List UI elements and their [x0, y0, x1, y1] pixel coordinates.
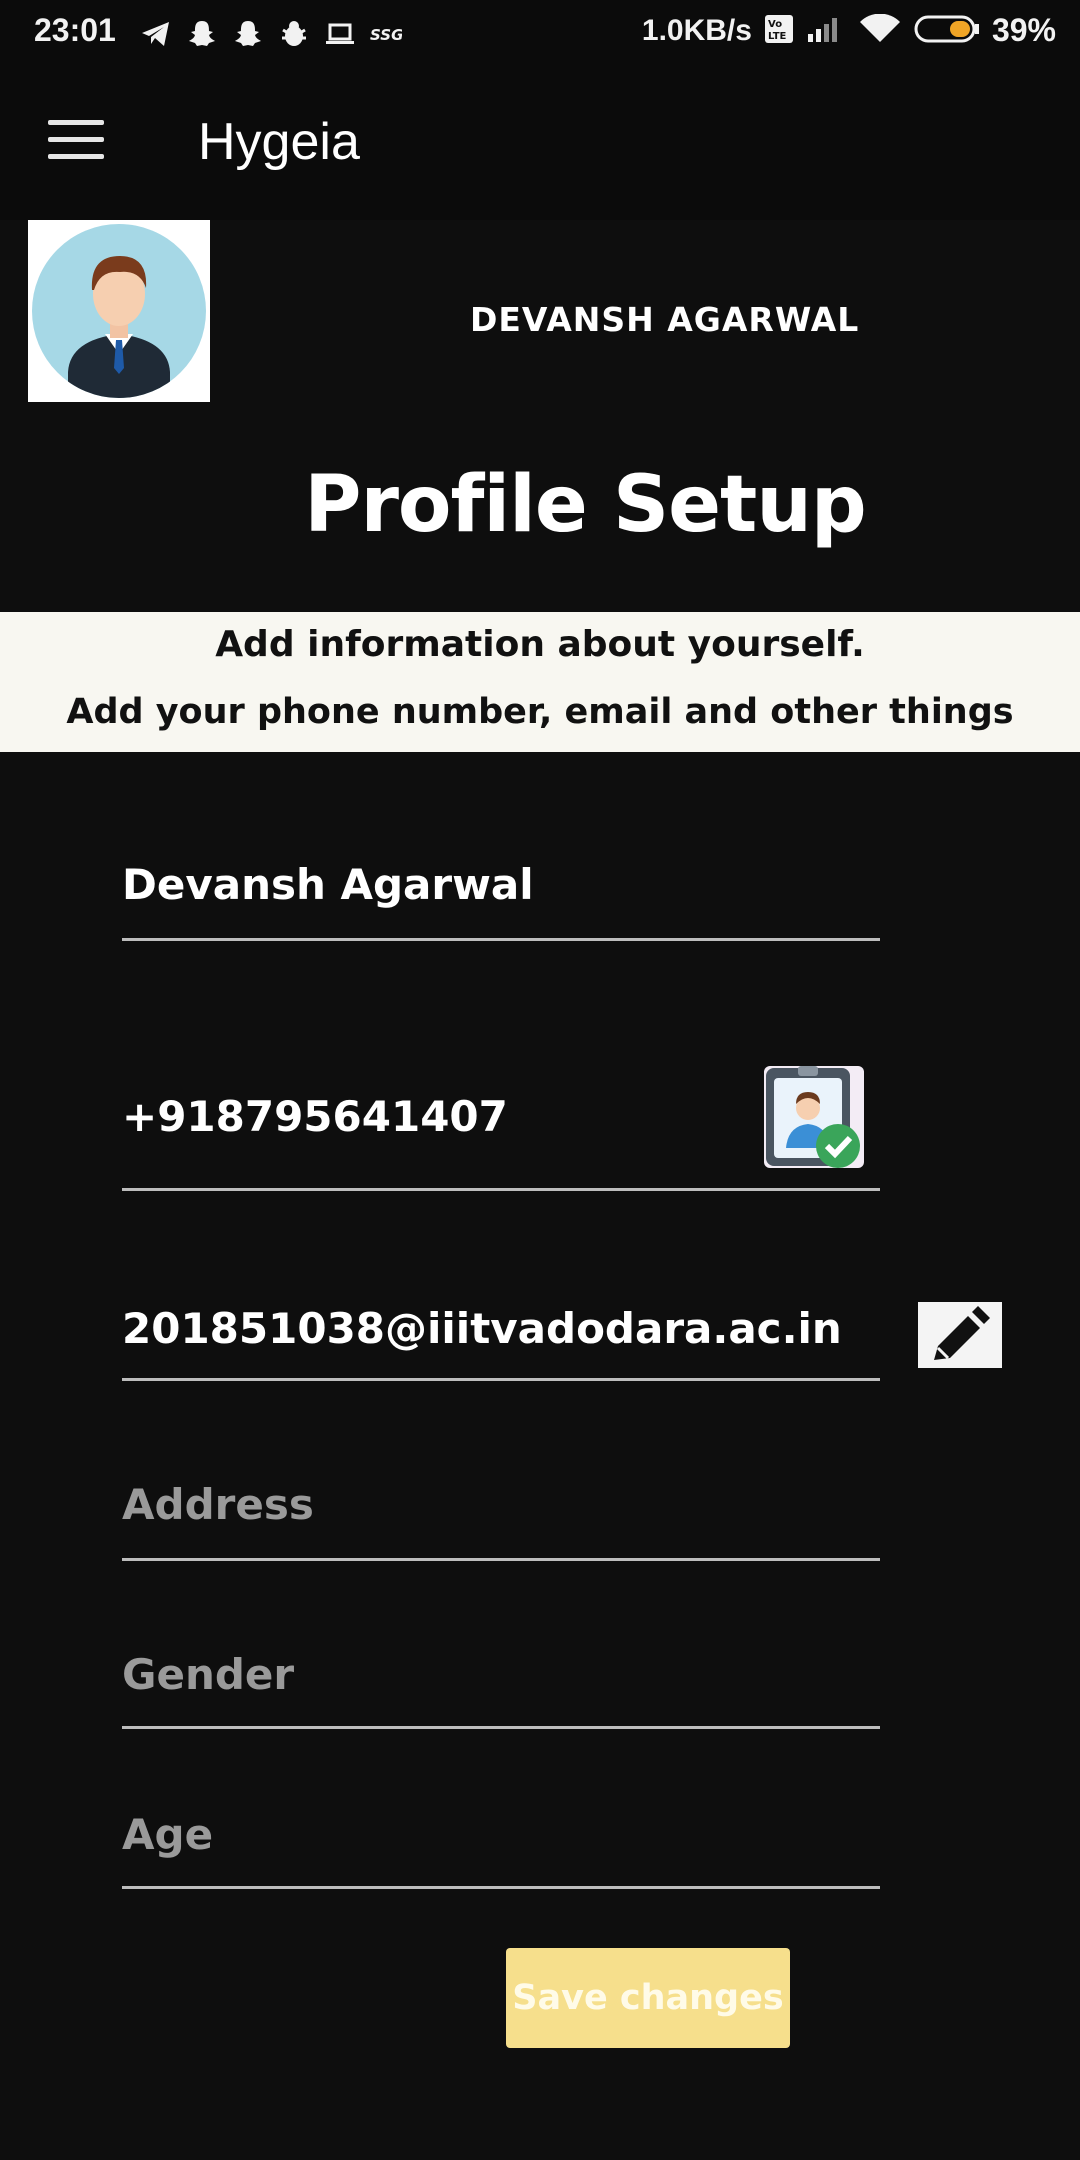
- gender-input[interactable]: [122, 1650, 880, 1699]
- hamburger-menu-icon[interactable]: [48, 120, 104, 160]
- snapchat-icon: [186, 18, 218, 50]
- name-input[interactable]: [122, 860, 880, 909]
- email-field: [122, 1304, 880, 1381]
- system-status: 1.0KB/s Vo LTE 39%: [642, 12, 1056, 49]
- notification-icons: SSG: [140, 18, 403, 50]
- user-name: DEVANSH AGARWAL: [470, 300, 860, 339]
- gender-field: [122, 1650, 880, 1729]
- save-changes-button[interactable]: Save changes: [506, 1948, 790, 2048]
- battery-percent: 39%: [991, 12, 1056, 48]
- banner-line-1: Add information about yourself.: [215, 624, 865, 665]
- signal-icon: [806, 14, 846, 48]
- age-input[interactable]: [122, 1810, 880, 1859]
- age-field: [122, 1810, 880, 1889]
- edit-pencil-icon[interactable]: [918, 1302, 1002, 1368]
- status-time: 23:01: [34, 12, 116, 48]
- profile-header: DEVANSH AGARWAL Profile Setup: [0, 220, 1080, 612]
- address-field: [122, 1480, 880, 1561]
- status-bar: 23:01 SSG 1.0KB/s Vo LTE 39%: [0, 0, 1080, 68]
- info-banner: Add information about yourself. Add your…: [0, 612, 1080, 752]
- page-title: Profile Setup: [304, 460, 866, 550]
- banner-line-2: Add your phone number, email and other t…: [66, 692, 1014, 732]
- verify-contact-icon[interactable]: [762, 1064, 866, 1170]
- user-avatar-icon: [32, 224, 206, 398]
- wifi-icon: [858, 13, 902, 48]
- app-title: Hygeia: [198, 113, 360, 171]
- avatar[interactable]: [28, 220, 210, 402]
- name-field: [122, 860, 880, 941]
- svg-text:LTE: LTE: [768, 31, 787, 42]
- battery-icon: [914, 14, 980, 48]
- snapchat-icon: [232, 18, 264, 50]
- app-bar: Hygeia: [0, 68, 1080, 220]
- svg-text:SSG: SSG: [370, 26, 402, 44]
- svg-text:Vo: Vo: [768, 19, 782, 30]
- bug-icon: [278, 18, 310, 50]
- telegram-icon: [140, 18, 172, 50]
- volte-icon: Vo LTE: [764, 14, 794, 48]
- email-input[interactable]: [122, 1304, 880, 1353]
- address-input[interactable]: [122, 1480, 880, 1529]
- network-speed: 1.0KB/s: [641, 13, 752, 47]
- laptop-icon: [324, 18, 356, 50]
- ssg-icon: SSG: [370, 18, 403, 50]
